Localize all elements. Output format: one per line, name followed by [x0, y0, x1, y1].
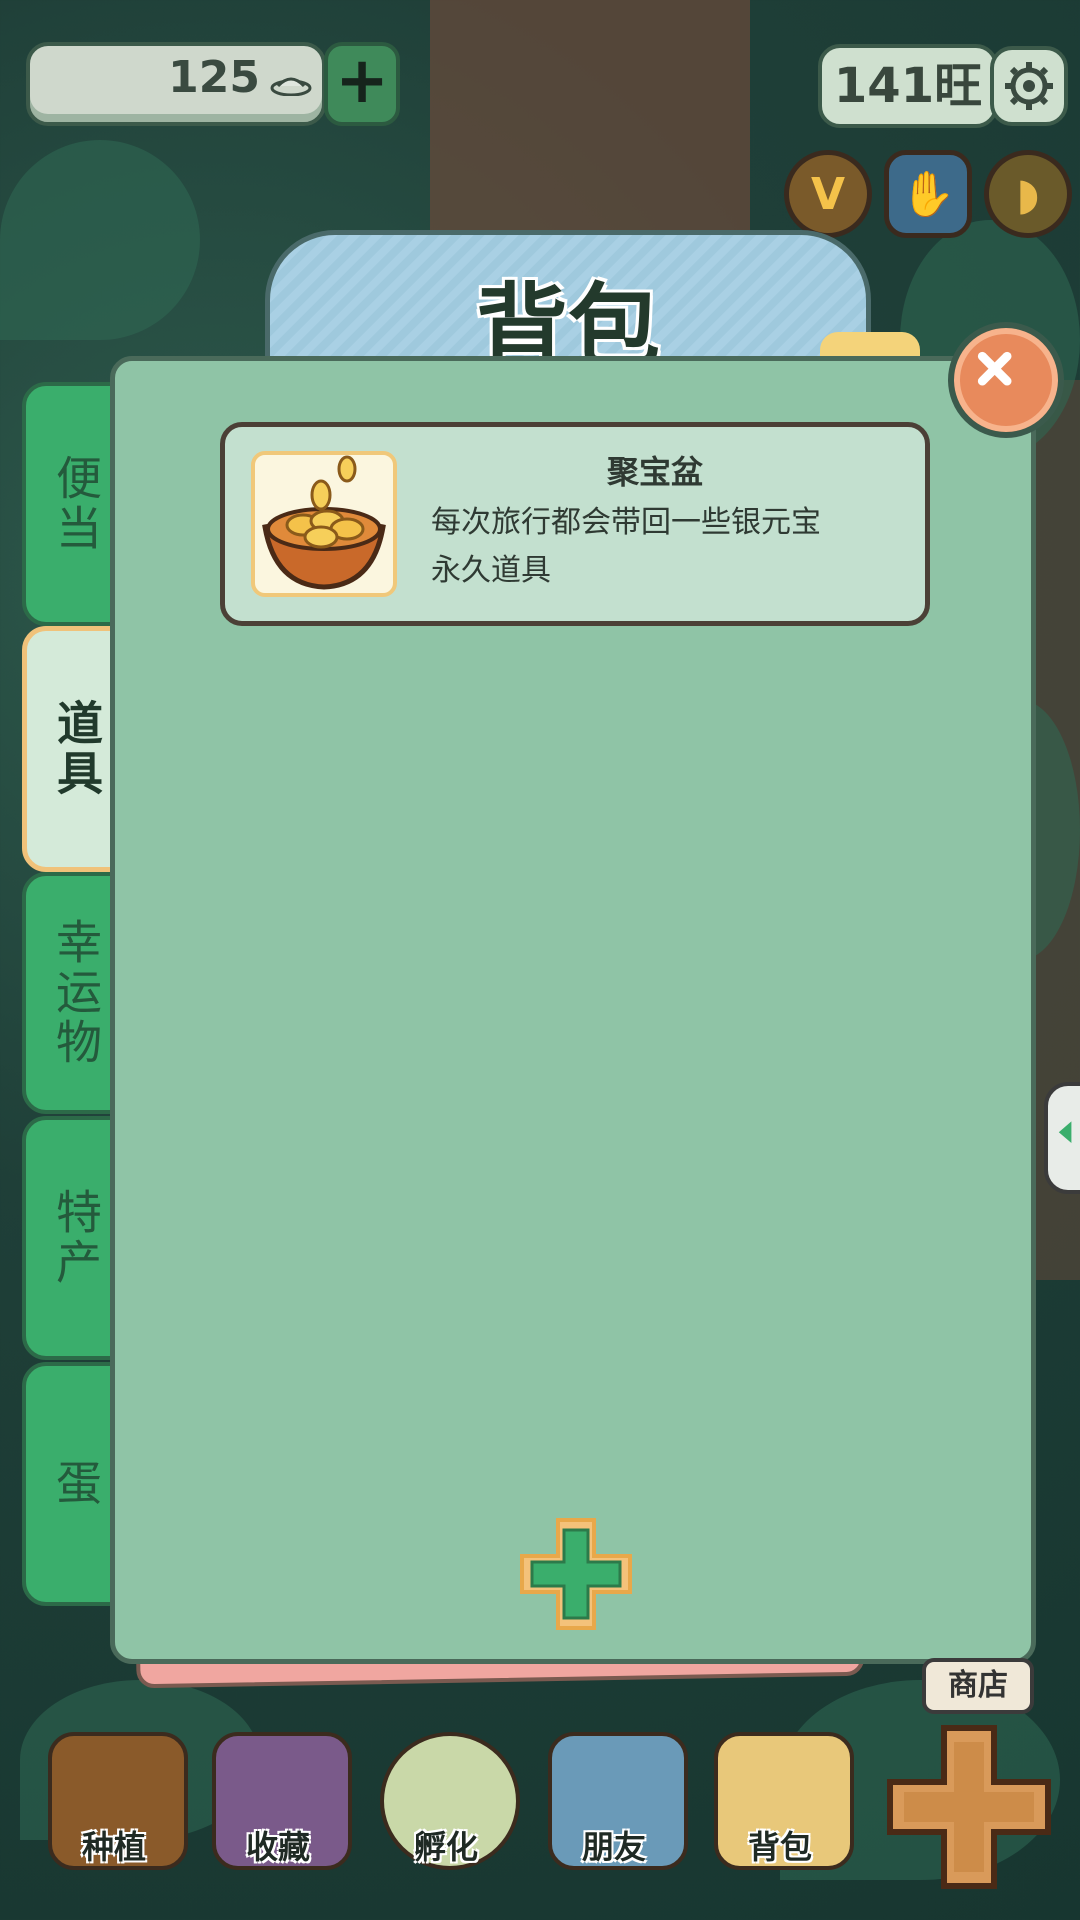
treasure-bowl-icon — [262, 455, 386, 590]
item-type: 永久道具 — [431, 553, 551, 588]
item-icon-frame — [251, 451, 397, 597]
tab-label: 幸运物 — [49, 918, 103, 1068]
currency-value: 125 — [168, 52, 260, 103]
add-item-button[interactable] — [514, 1512, 638, 1636]
item-description: 每次旅行都会带回一些银元宝 — [431, 505, 821, 540]
nav-collection[interactable]: 收藏 — [204, 1722, 352, 1878]
item-card[interactable]: 聚宝盆 每次旅行都会带回一些银元宝 永久道具 — [220, 422, 930, 626]
silver-ingot-icon — [270, 77, 312, 96]
arrow-left-icon — [1058, 1121, 1072, 1143]
v-icon[interactable]: V — [784, 150, 872, 238]
nav-plant[interactable]: 种植 — [40, 1722, 188, 1878]
ginkgo-icon[interactable]: ◗ — [984, 150, 1072, 238]
tab-label: 特产 — [49, 1188, 103, 1288]
nav-label: 朋友 — [581, 1828, 646, 1866]
side-drawer-handle[interactable] — [1044, 1082, 1080, 1194]
nav-hatch[interactable]: 孵化 — [372, 1722, 520, 1878]
nav-label: 孵化 — [413, 1828, 478, 1866]
currency-bar: 125 — [26, 42, 326, 126]
shop-label[interactable]: 商店 — [922, 1658, 1034, 1714]
background-leaf — [0, 140, 200, 340]
close-button[interactable] — [948, 322, 1064, 438]
nav-label: 背包 — [747, 1828, 812, 1866]
tab-label: 蛋 — [49, 1459, 103, 1509]
item-name: 聚宝盆 — [606, 453, 703, 491]
nav-label: 收藏 — [245, 1828, 310, 1866]
tab-label: 便当 — [49, 454, 103, 554]
wang-counter: 141旺 — [818, 44, 998, 128]
gear-icon — [1005, 62, 1053, 110]
nav-label: 种植 — [81, 1828, 146, 1866]
tab-label: 道具 — [50, 699, 104, 799]
settings-button[interactable] — [990, 46, 1068, 126]
hand-icon[interactable]: ✋ — [884, 150, 972, 238]
big-plus-button[interactable] — [884, 1722, 1054, 1892]
add-currency-button[interactable]: + — [324, 42, 400, 126]
close-icon — [977, 351, 1012, 386]
nav-backpack[interactable]: 背包 — [706, 1722, 854, 1878]
nav-friends[interactable]: 朋友 — [540, 1722, 688, 1878]
